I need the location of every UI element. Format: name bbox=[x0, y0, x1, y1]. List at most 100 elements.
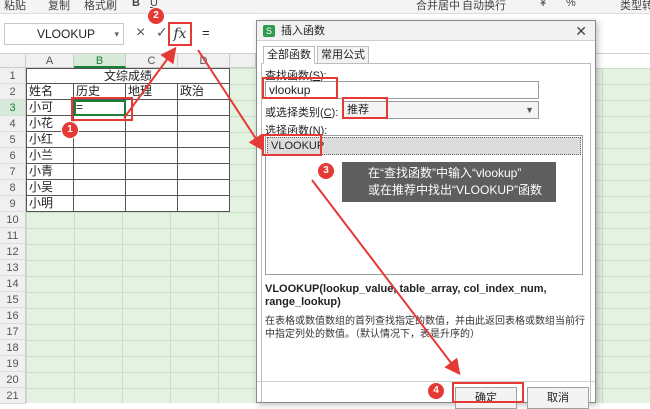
row-header[interactable]: 2 bbox=[0, 84, 26, 100]
table-cell[interactable] bbox=[74, 116, 126, 132]
function-search-input[interactable]: vlookup bbox=[265, 81, 539, 99]
header-cell-history[interactable]: 历史 bbox=[74, 84, 126, 100]
type-convert-button[interactable]: 类型转 bbox=[620, 0, 650, 13]
table-cell[interactable] bbox=[126, 196, 178, 212]
ok-button[interactable]: 确定 bbox=[455, 387, 517, 409]
table-cell[interactable] bbox=[126, 100, 178, 116]
dialog-title-bar: S 插入函数 ✕ bbox=[257, 21, 595, 41]
row-header[interactable]: 18 bbox=[0, 340, 26, 356]
header-cell-name[interactable]: 姓名 bbox=[26, 84, 74, 100]
table-cell[interactable] bbox=[126, 148, 178, 164]
row-header[interactable]: 10 bbox=[0, 212, 26, 228]
percent-button[interactable]: % bbox=[566, 0, 576, 9]
name-box[interactable]: VLOOKUP ▾ bbox=[4, 23, 124, 45]
table-cell[interactable] bbox=[74, 196, 126, 212]
table-title-cell[interactable]: 文综成绩 bbox=[26, 68, 230, 84]
table-cell[interactable] bbox=[74, 148, 126, 164]
name-cell[interactable]: 小兰 bbox=[26, 148, 74, 164]
table-cell[interactable] bbox=[126, 132, 178, 148]
table-cell[interactable] bbox=[178, 132, 230, 148]
category-label: 或选择类别(C): bbox=[265, 107, 339, 119]
step-badge-1: 1 bbox=[62, 122, 78, 138]
tab-all-functions[interactable]: 全部函数 bbox=[263, 46, 315, 64]
row-header[interactable]: 1 bbox=[0, 68, 26, 84]
header-cell-geography[interactable]: 地理 bbox=[126, 84, 178, 100]
name-cell[interactable]: 小吴 bbox=[26, 180, 74, 196]
row-header[interactable]: 8 bbox=[0, 180, 26, 196]
instruction-tooltip: 在“查找函数”中输入“vlookup” 或在推荐中找出“VLOOKUP”函数 bbox=[342, 162, 556, 202]
confirm-icon[interactable]: ✓ bbox=[156, 24, 168, 41]
cancel-button[interactable]: 取消 bbox=[527, 387, 589, 409]
row-header[interactable]: 3 bbox=[0, 100, 26, 116]
column-header-e[interactable] bbox=[230, 54, 256, 68]
merge-center-button[interactable]: 合并居中 bbox=[416, 0, 460, 13]
row-header[interactable]: 9 bbox=[0, 196, 26, 212]
row-header[interactable]: 7 bbox=[0, 164, 26, 180]
row-header[interactable]: 6 bbox=[0, 148, 26, 164]
chevron-down-icon[interactable]: ▾ bbox=[114, 24, 119, 44]
row-header[interactable]: 21 bbox=[0, 388, 26, 404]
name-box-value: VLOOKUP bbox=[37, 27, 96, 41]
insert-function-dialog: S 插入函数 ✕ 全部函数 常用公式 查找函数(S): vlookup 或选择类… bbox=[256, 20, 596, 409]
close-icon[interactable]: ✕ bbox=[575, 21, 587, 41]
tooltip-line-2: 或在推荐中找出“VLOOKUP”函数 bbox=[368, 183, 543, 197]
dialog-title: 插入函数 bbox=[281, 25, 325, 37]
step-badge-3: 3 bbox=[318, 163, 334, 179]
table-cell[interactable] bbox=[74, 132, 126, 148]
copy-button[interactable]: 复制 bbox=[48, 0, 70, 13]
row-header[interactable]: 13 bbox=[0, 260, 26, 276]
category-value: 推荐 bbox=[347, 104, 369, 116]
column-header-b[interactable]: B bbox=[74, 54, 126, 68]
function-signature: VLOOKUP(lookup_value, table_array, col_i… bbox=[265, 283, 547, 308]
row-header[interactable]: 20 bbox=[0, 372, 26, 388]
cancel-icon[interactable]: × bbox=[136, 24, 145, 42]
app-logo-icon: S bbox=[263, 25, 275, 37]
table-cell[interactable] bbox=[126, 116, 178, 132]
table-cell[interactable] bbox=[126, 164, 178, 180]
format-painter-button[interactable]: 格式刷 bbox=[84, 0, 117, 13]
function-list[interactable]: VLOOKUP bbox=[265, 135, 583, 275]
row-header[interactable]: 4 bbox=[0, 116, 26, 132]
select-all-corner[interactable] bbox=[0, 54, 26, 68]
paste-button[interactable]: 粘贴 bbox=[4, 0, 26, 13]
formula-input[interactable]: = bbox=[202, 25, 210, 40]
chevron-down-icon[interactable]: ▼ bbox=[525, 102, 534, 118]
name-cell[interactable]: 小青 bbox=[26, 164, 74, 180]
name-cell[interactable]: 小明 bbox=[26, 196, 74, 212]
insert-function-button[interactable]: fx bbox=[168, 22, 192, 46]
row-header[interactable]: 19 bbox=[0, 356, 26, 372]
row-header[interactable]: 5 bbox=[0, 132, 26, 148]
row-header[interactable]: 15 bbox=[0, 292, 26, 308]
tab-common-formulas[interactable]: 常用公式 bbox=[317, 46, 369, 64]
column-header-a[interactable]: A bbox=[26, 54, 74, 68]
row-header[interactable]: 11 bbox=[0, 228, 26, 244]
header-cell-politics[interactable]: 政治 bbox=[178, 84, 230, 100]
wrap-text-button[interactable]: 自动换行 bbox=[462, 0, 506, 13]
step-badge-2: 2 bbox=[148, 8, 164, 24]
bold-button[interactable]: B bbox=[132, 0, 140, 9]
row-header[interactable]: 17 bbox=[0, 324, 26, 340]
table-cell[interactable] bbox=[178, 196, 230, 212]
category-select[interactable]: 推荐 ▼ bbox=[343, 101, 539, 119]
column-header-c[interactable]: C bbox=[126, 54, 178, 68]
name-cell[interactable]: 小可 bbox=[26, 100, 74, 116]
row-header[interactable]: 16 bbox=[0, 308, 26, 324]
column-header-d[interactable]: D bbox=[178, 54, 230, 68]
table-cell[interactable] bbox=[74, 180, 126, 196]
row-header[interactable]: 14 bbox=[0, 276, 26, 292]
currency-button[interactable]: ¥ bbox=[540, 0, 546, 9]
dialog-divider bbox=[257, 381, 595, 382]
table-cell[interactable] bbox=[178, 100, 230, 116]
function-description: 在表格或数值数组的首列查找指定的数值，并由此返回表格或数组当前行中指定列处的数值… bbox=[265, 316, 585, 340]
table-cell[interactable] bbox=[178, 116, 230, 132]
active-cell[interactable]: = bbox=[74, 100, 126, 116]
table-cell[interactable] bbox=[126, 180, 178, 196]
table-cell[interactable] bbox=[178, 148, 230, 164]
step-badge-4: 4 bbox=[428, 383, 444, 399]
table-cell[interactable] bbox=[74, 164, 126, 180]
tooltip-line-1: 在“查找函数”中输入“vlookup” bbox=[368, 166, 522, 180]
table-cell[interactable] bbox=[178, 180, 230, 196]
function-list-item[interactable]: VLOOKUP bbox=[267, 137, 581, 155]
row-header[interactable]: 12 bbox=[0, 244, 26, 260]
table-cell[interactable] bbox=[178, 164, 230, 180]
